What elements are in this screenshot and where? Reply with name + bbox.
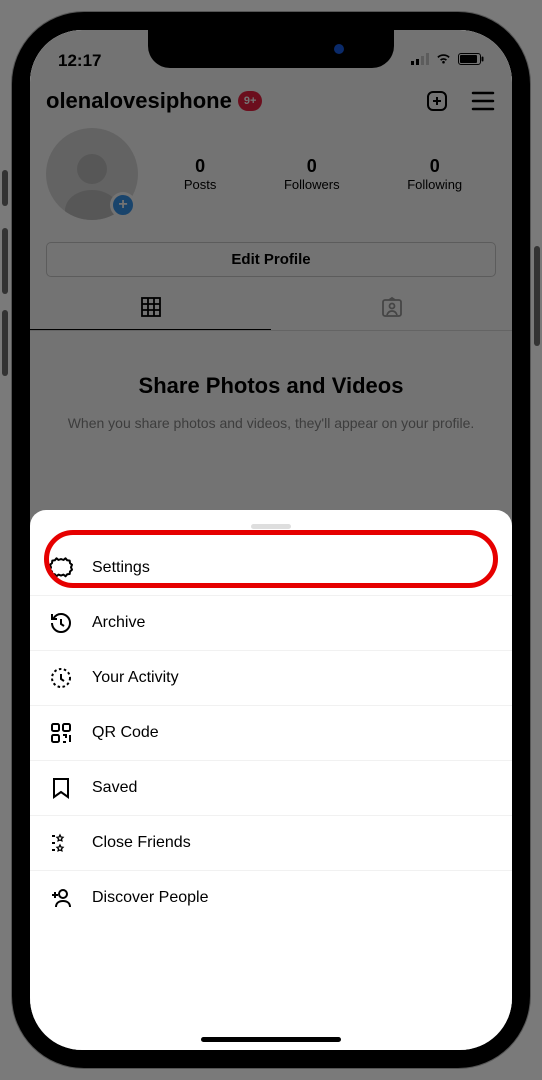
menu-label: Settings (92, 559, 150, 577)
menu-item-close-friends[interactable]: Close Friends (30, 816, 512, 871)
options-bottom-sheet: Settings Archive Your Activity QR Code S… (30, 510, 512, 1050)
power-button (534, 246, 540, 346)
home-indicator[interactable] (201, 1037, 341, 1042)
screen: 12:17 olenalovesiphone 9+ (30, 30, 512, 1050)
activity-icon (48, 665, 74, 691)
settings-icon (48, 555, 74, 581)
menu-label: Archive (92, 614, 145, 632)
silence-switch (2, 170, 8, 206)
menu-label: Discover People (92, 889, 209, 907)
close-friends-icon (48, 830, 74, 856)
menu-label: Close Friends (92, 834, 191, 852)
menu-item-archive[interactable]: Archive (30, 596, 512, 651)
discover-people-icon (48, 885, 74, 911)
menu-item-settings[interactable]: Settings (30, 541, 512, 596)
phone-device: 12:17 olenalovesiphone 9+ (0, 0, 542, 1080)
notch (148, 30, 394, 68)
qr-code-icon (48, 720, 74, 746)
sheet-handle[interactable] (251, 524, 291, 529)
menu-label: Saved (92, 779, 137, 797)
volume-down-button (2, 310, 8, 376)
menu-item-saved[interactable]: Saved (30, 761, 512, 816)
menu-label: Your Activity (92, 669, 179, 687)
menu-label: QR Code (92, 724, 159, 742)
menu-item-discover[interactable]: Discover People (30, 871, 512, 925)
menu-item-qr[interactable]: QR Code (30, 706, 512, 761)
volume-up-button (2, 228, 8, 294)
saved-icon (48, 775, 74, 801)
archive-icon (48, 610, 74, 636)
menu-item-activity[interactable]: Your Activity (30, 651, 512, 706)
